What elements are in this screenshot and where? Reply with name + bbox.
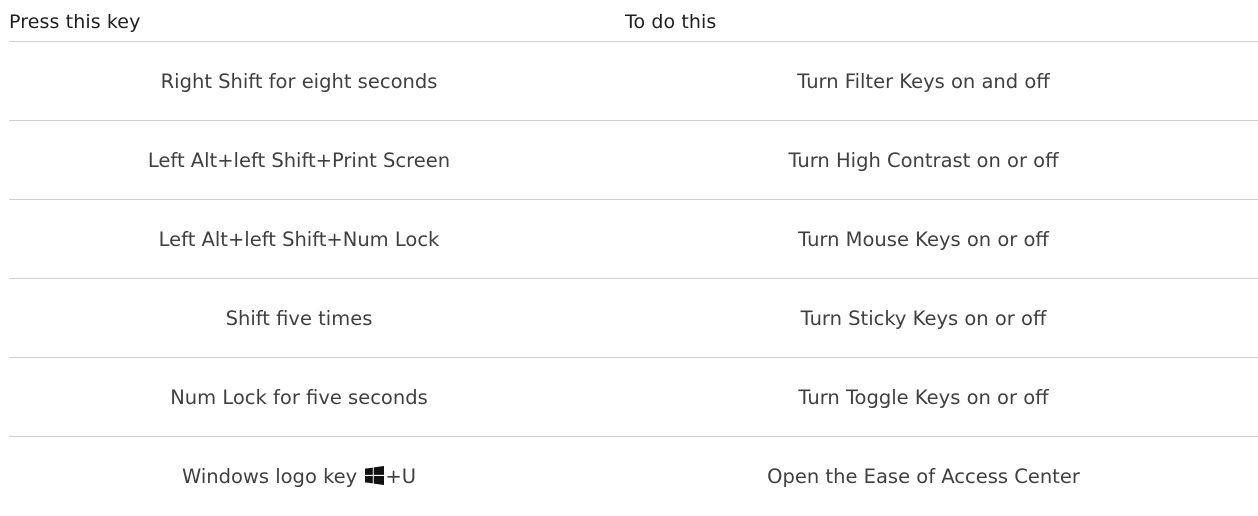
header-press-this-key: Press this key xyxy=(9,10,141,33)
action-cell: Turn Toggle Keys on or off xyxy=(798,385,1049,409)
table-header-row: Press this key To do this xyxy=(9,0,1258,42)
key-cell-prefix: Windows logo key xyxy=(181,464,358,488)
action-cell: Turn High Contrast on or off xyxy=(788,148,1059,172)
action-cell: Turn Filter Keys on and off xyxy=(797,69,1050,93)
key-cell-suffix: +U xyxy=(385,464,417,488)
key-cell: Left Alt+left Shift+Print Screen xyxy=(147,148,451,172)
action-cell: Open the Ease of Access Center xyxy=(767,464,1080,488)
table-row: Left Alt+left Shift+Num Lock Turn Mouse … xyxy=(9,200,1258,279)
action-cell: Turn Mouse Keys on or off xyxy=(798,227,1049,251)
table-row: Shift five times Turn Sticky Keys on or … xyxy=(9,279,1258,358)
table-body: Right Shift for eight seconds Turn Filte… xyxy=(9,42,1258,515)
key-cell: Left Alt+left Shift+Num Lock xyxy=(158,227,440,251)
table-row: Num Lock for five seconds Turn Toggle Ke… xyxy=(9,358,1258,437)
table-row: Right Shift for eight seconds Turn Filte… xyxy=(9,42,1258,121)
header-to-do-this: To do this xyxy=(625,10,717,33)
key-cell: Windows logo key +U xyxy=(9,465,589,488)
key-cell: Shift five times xyxy=(225,306,373,330)
key-cell: Right Shift for eight seconds xyxy=(160,69,438,93)
table-row: Left Alt+left Shift+Print Screen Turn Hi… xyxy=(9,121,1258,200)
table-row: Windows logo key +U Open the Ease of Acc… xyxy=(9,437,1258,515)
key-cell: Num Lock for five seconds xyxy=(170,385,428,409)
action-cell: Turn Sticky Keys on or off xyxy=(800,306,1047,330)
windows-logo-icon xyxy=(365,465,385,485)
keyboard-shortcuts-table: Press this key To do this Right Shift fo… xyxy=(9,0,1258,515)
